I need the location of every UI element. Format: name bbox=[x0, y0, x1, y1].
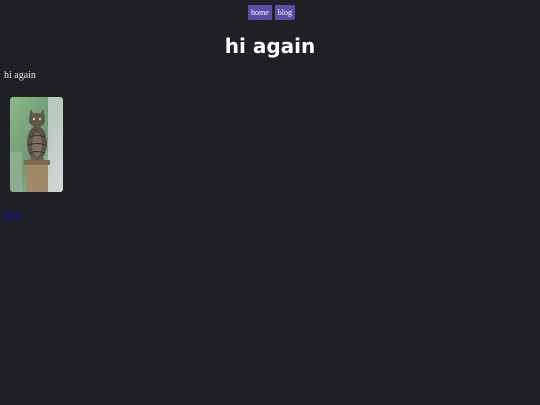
post-text: hi again bbox=[4, 70, 36, 81]
cat-photo bbox=[10, 97, 63, 192]
top-nav: home blog bbox=[248, 5, 296, 20]
nav-home-button[interactable]: home bbox=[248, 5, 272, 20]
back-link[interactable]: back bbox=[4, 208, 21, 220]
nav-blog-button[interactable]: blog bbox=[274, 5, 296, 20]
page-title: hi again bbox=[224, 34, 316, 58]
